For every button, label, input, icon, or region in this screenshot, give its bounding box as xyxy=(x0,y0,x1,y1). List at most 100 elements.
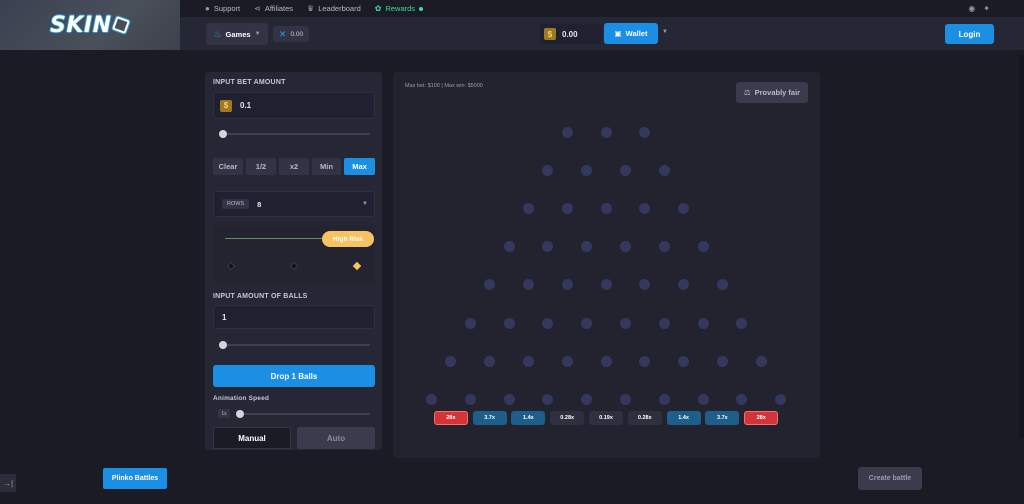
games-label: Games xyxy=(225,29,251,39)
peg xyxy=(600,202,612,214)
logo-cube-icon xyxy=(111,16,130,34)
peg xyxy=(600,279,612,291)
peg xyxy=(697,241,709,253)
peg xyxy=(464,317,476,329)
balls-slider-track[interactable] xyxy=(222,344,370,346)
bet-slider-track[interactable] xyxy=(222,133,370,135)
peg xyxy=(658,164,670,176)
peg xyxy=(581,393,593,405)
double-button[interactable]: x2 xyxy=(279,158,309,175)
plinko-battles-button[interactable]: Plinko Battles xyxy=(103,468,167,489)
bet-limits-text: Max bet: $100 | Max win: $5000 xyxy=(405,83,483,89)
peg xyxy=(619,393,631,405)
peg xyxy=(581,317,593,329)
bet-amount-input[interactable]: $ 0.1 xyxy=(213,92,375,119)
logo[interactable]: SKIN xyxy=(0,0,180,50)
discord-icon[interactable]: ◉ xyxy=(968,4,975,13)
rows-value: 8 xyxy=(257,199,262,209)
create-battle-button[interactable]: Create battle xyxy=(858,467,922,490)
multiplier-bucket: 0.19x xyxy=(589,411,623,425)
nav-affiliates[interactable]: ⋖ Affiliates xyxy=(254,4,293,13)
peg xyxy=(678,202,690,214)
bet-slider-handle[interactable] xyxy=(219,130,227,138)
x-value: 0.00 xyxy=(290,30,304,38)
risk-high-button[interactable]: High Risk xyxy=(322,231,374,247)
balls-slider-handle[interactable] xyxy=(219,341,227,349)
coin-icon: $ xyxy=(220,99,232,112)
peg xyxy=(522,202,534,214)
peg xyxy=(639,355,651,367)
games-button[interactable]: ♨ Games ▼ xyxy=(206,23,268,45)
half-button[interactable]: 1/2 xyxy=(246,158,276,175)
clear-button[interactable]: Clear xyxy=(213,158,243,175)
x-icon: ✕ xyxy=(278,28,287,39)
peg xyxy=(619,241,631,253)
balls-amount-input[interactable]: 1 xyxy=(213,305,375,329)
wallet-button[interactable]: ▣ Wallet xyxy=(604,23,658,44)
peg xyxy=(678,355,690,367)
nav-leaderboard[interactable]: ♛ Leaderboard xyxy=(307,4,361,13)
peg xyxy=(697,393,709,405)
logo-text: SKIN xyxy=(50,12,112,38)
multiplier-bucket: 0.28x xyxy=(550,411,585,425)
peg xyxy=(484,355,496,367)
peg xyxy=(503,241,515,253)
min-button[interactable]: Min xyxy=(312,158,341,175)
risk-slider-track[interactable] xyxy=(225,238,325,239)
rows-select[interactable]: ROWS 8 ▼ xyxy=(213,191,375,217)
peg xyxy=(600,355,612,367)
flame-icon: ♨ xyxy=(213,28,222,39)
wallet-chevron-icon[interactable]: ▼ xyxy=(662,29,668,35)
nav-affiliates-label: Affiliates xyxy=(264,4,294,13)
provably-fair-button[interactable]: ⚖ Provably fair xyxy=(736,82,808,103)
scrollbar[interactable] xyxy=(1019,55,1024,438)
peg xyxy=(561,279,573,291)
animation-speed-label: Animation Speed xyxy=(213,395,270,402)
top-nav: ● Support ⋖ Affiliates ♛ Leaderboard ✿ R… xyxy=(180,0,1024,17)
nav-support[interactable]: ● Support xyxy=(205,4,240,13)
drop-balls-button[interactable]: Drop 1 Balls xyxy=(213,365,375,387)
max-button[interactable]: Max xyxy=(344,158,375,175)
speed-slider-track[interactable] xyxy=(236,413,370,415)
peg xyxy=(561,126,573,138)
login-button[interactable]: Login xyxy=(945,24,994,44)
peg xyxy=(561,355,573,367)
peg xyxy=(464,393,476,405)
peg xyxy=(755,355,767,367)
nav-rewards[interactable]: ✿ Rewards xyxy=(374,4,424,13)
auto-mode-button[interactable]: Auto xyxy=(297,427,375,449)
gift-icon: ✿ xyxy=(374,4,382,13)
peg xyxy=(775,393,787,405)
peg xyxy=(716,355,728,367)
multiplier-bucket: 3.7x xyxy=(472,411,507,425)
bet-amount-value: 0.1 xyxy=(240,101,252,110)
peg xyxy=(445,355,457,367)
scale-icon: ⚖ xyxy=(743,88,751,97)
x-balance-button[interactable]: ✕ 0.00 xyxy=(273,26,309,42)
twitter-icon[interactable]: ✦ xyxy=(983,4,990,13)
peg xyxy=(425,393,437,405)
peg xyxy=(600,126,612,138)
peg xyxy=(697,317,709,329)
bet-amount-label: INPUT BET AMOUNT xyxy=(213,79,286,86)
sidebar-expand-icon[interactable]: →| xyxy=(0,474,16,492)
share-icon: ⋖ xyxy=(254,4,261,13)
nav-leaderboard-label: Leaderboard xyxy=(318,4,361,13)
peg xyxy=(658,393,670,405)
speed-slider-handle[interactable] xyxy=(236,410,244,418)
balance-display: $ 0.00 xyxy=(540,24,602,44)
peg xyxy=(542,164,554,176)
speed-value: 1x xyxy=(218,409,230,418)
user-icon: ● xyxy=(205,4,210,13)
manual-mode-button[interactable]: Manual xyxy=(213,427,291,449)
peg xyxy=(619,164,631,176)
rewards-dot xyxy=(419,6,424,11)
peg xyxy=(503,317,515,329)
multiplier-bucket: 28x xyxy=(744,411,779,425)
provably-fair-label: Provably fair xyxy=(754,88,801,97)
trophy-icon: ♛ xyxy=(307,4,315,13)
peg xyxy=(522,355,534,367)
peg xyxy=(581,164,593,176)
rows-tag: ROWS xyxy=(222,199,250,209)
nav-rewards-label: Rewards xyxy=(385,4,416,13)
